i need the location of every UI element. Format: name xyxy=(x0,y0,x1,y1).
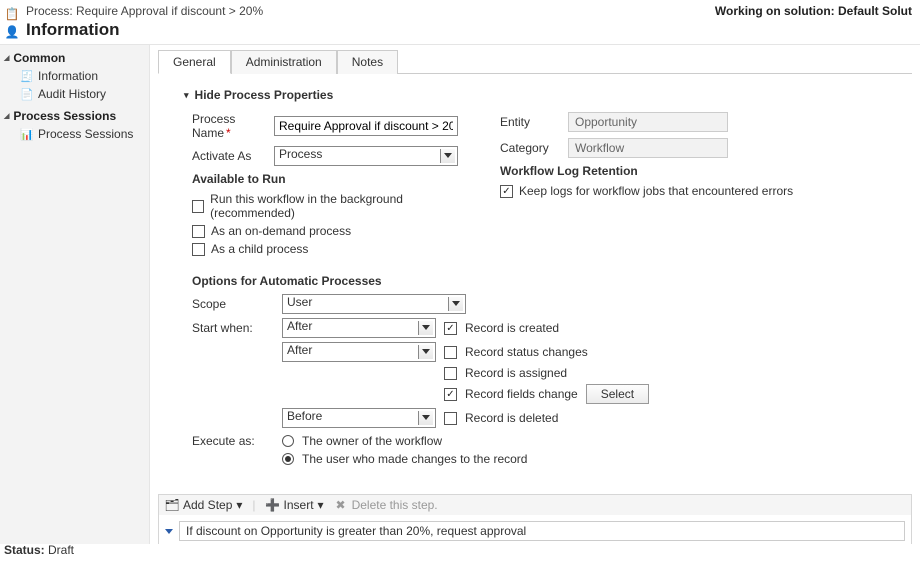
delete-label: Delete this step. xyxy=(352,498,438,512)
fields-change-label: Record fields change xyxy=(465,387,578,401)
insert-button[interactable]: ➕ Insert ▾ xyxy=(266,498,324,512)
sessions-icon: 📊 xyxy=(20,127,34,141)
sidebar-group-process-sessions[interactable]: Process Sessions xyxy=(4,109,145,123)
info-icon: 👤 xyxy=(4,24,20,40)
chevron-down-icon: ▾ xyxy=(236,498,242,512)
before-value: Before xyxy=(287,409,322,423)
status-changes-checkbox[interactable] xyxy=(444,346,457,359)
sidebar: Common 🧾 Information 📄 Audit History Pro… xyxy=(0,45,150,544)
category-label: Category xyxy=(500,141,568,155)
start-when-after-2-select[interactable]: After xyxy=(282,342,436,362)
process-name-input[interactable] xyxy=(274,116,458,136)
chevron-down-icon xyxy=(452,301,460,306)
child-checkbox[interactable] xyxy=(192,243,205,256)
delete-icon: ✖ xyxy=(334,498,348,512)
sidebar-item-label: Audit History xyxy=(38,87,106,101)
sidebar-item-label: Information xyxy=(38,69,98,83)
chevron-down-icon xyxy=(444,153,452,158)
assigned-label: Record is assigned xyxy=(465,366,567,380)
start-when-after-1-select[interactable]: After xyxy=(282,318,436,338)
before-select[interactable]: Before xyxy=(282,408,436,428)
scope-label: Scope xyxy=(192,297,274,311)
start-when-label: Start when: xyxy=(192,321,274,335)
add-step-label: Add Step xyxy=(183,498,232,512)
sidebar-group-common[interactable]: Common xyxy=(4,51,145,65)
assigned-checkbox[interactable] xyxy=(444,367,457,380)
entity-label: Entity xyxy=(500,115,568,129)
process-title: Require Approval if discount > 20% xyxy=(76,4,263,18)
sidebar-group-label: Common xyxy=(13,51,65,65)
audit-icon: 📄 xyxy=(20,87,34,101)
delete-step-button: ✖ Delete this step. xyxy=(334,498,438,512)
hide-process-properties-toggle[interactable]: Hide Process Properties xyxy=(184,88,920,102)
fields-change-checkbox[interactable] xyxy=(444,388,457,401)
sidebar-item-information[interactable]: 🧾 Information xyxy=(4,67,145,85)
status-value: Draft xyxy=(48,543,74,557)
deleted-label: Record is deleted xyxy=(465,411,558,425)
activate-as-value: Process xyxy=(279,147,322,161)
page-title: Information xyxy=(26,20,263,40)
record-created-label: Record is created xyxy=(465,321,559,335)
add-step-button[interactable]: 🗂 Add Step ▾ xyxy=(165,498,242,512)
select-fields-button[interactable]: Select xyxy=(586,384,649,404)
step-collapse-toggle[interactable] xyxy=(165,529,173,534)
insert-icon: ➕ xyxy=(266,498,280,512)
owner-label: The owner of the workflow xyxy=(302,434,442,448)
keep-logs-checkbox[interactable] xyxy=(500,185,513,198)
deleted-checkbox[interactable] xyxy=(444,412,457,425)
separator: | xyxy=(252,498,255,512)
chevron-down-icon xyxy=(422,325,430,330)
owner-radio[interactable] xyxy=(282,435,294,447)
available-to-run-header: Available to Run xyxy=(192,172,470,186)
solution-label: Working on solution: Default Solut xyxy=(715,4,912,18)
log-retention-header: Workflow Log Retention xyxy=(500,164,890,178)
status-changes-label: Record status changes xyxy=(465,345,588,359)
entity-value: Opportunity xyxy=(568,112,728,132)
execute-as-label: Execute as: xyxy=(192,434,274,448)
keep-logs-label: Keep logs for workflow jobs that encount… xyxy=(519,184,793,198)
process-icon: 📋 xyxy=(4,6,20,22)
chevron-down-icon xyxy=(422,415,430,420)
auto-processes-header: Options for Automatic Processes xyxy=(192,274,890,288)
step-title-input[interactable]: If discount on Opportunity is greater th… xyxy=(179,521,905,541)
step-title-text: If discount on Opportunity is greater th… xyxy=(186,524,526,538)
scope-value: User xyxy=(287,295,312,309)
information-icon: 🧾 xyxy=(20,69,34,83)
chevron-down-icon xyxy=(422,349,430,354)
user-changed-radio[interactable] xyxy=(282,453,294,465)
tab-general[interactable]: General xyxy=(158,50,231,74)
tab-administration[interactable]: Administration xyxy=(231,50,337,74)
record-created-checkbox[interactable] xyxy=(444,322,457,335)
required-indicator: * xyxy=(226,126,231,140)
child-label: As a child process xyxy=(211,242,308,256)
user-changed-label: The user who made changes to the record xyxy=(302,452,527,466)
tab-notes[interactable]: Notes xyxy=(337,50,398,74)
category-value: Workflow xyxy=(568,138,728,158)
sidebar-item-label: Process Sessions xyxy=(38,127,133,141)
background-label: Run this workflow in the background (rec… xyxy=(210,192,470,220)
sidebar-item-audit-history[interactable]: 📄 Audit History xyxy=(4,85,145,103)
ondemand-label: As an on-demand process xyxy=(211,224,351,238)
chevron-down-icon: ▾ xyxy=(318,498,324,512)
status-label: Status: xyxy=(4,543,45,557)
activate-as-select[interactable]: Process xyxy=(274,146,458,166)
sidebar-group-label: Process Sessions xyxy=(13,109,116,123)
scope-select[interactable]: User xyxy=(282,294,466,314)
ondemand-checkbox[interactable] xyxy=(192,225,205,238)
after-1-value: After xyxy=(287,319,312,333)
process-prefix: Process: xyxy=(26,4,76,18)
insert-label: Insert xyxy=(284,498,314,512)
activate-as-label: Activate As xyxy=(192,149,274,163)
add-step-icon: 🗂 xyxy=(165,498,179,512)
sidebar-item-process-sessions[interactable]: 📊 Process Sessions xyxy=(4,125,145,143)
section-toggle-label: Hide Process Properties xyxy=(195,88,334,102)
background-checkbox[interactable] xyxy=(192,200,204,213)
after-2-value: After xyxy=(287,343,312,357)
